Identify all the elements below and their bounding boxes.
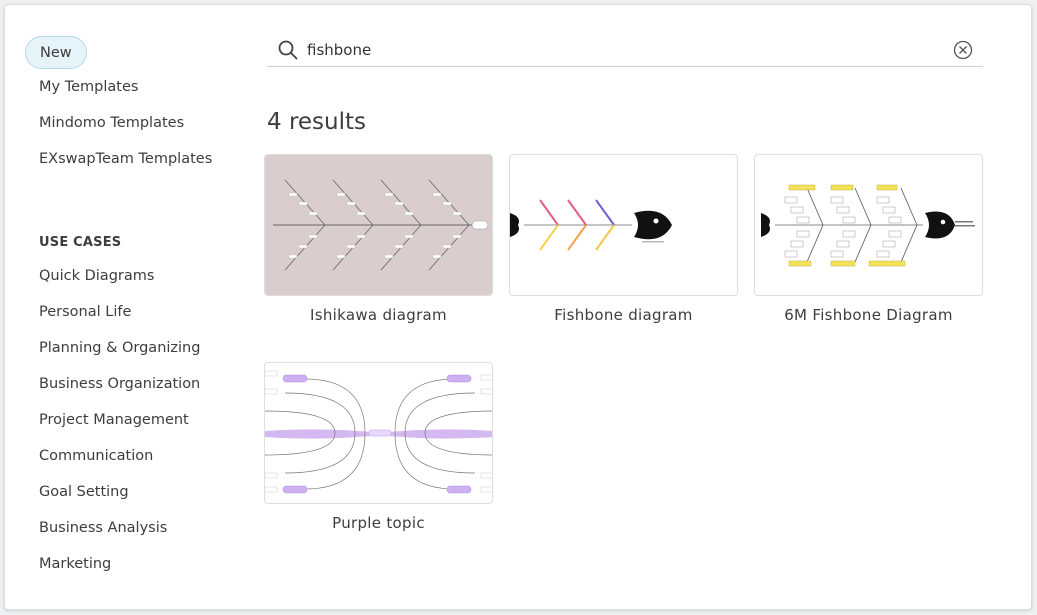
- sidebar-item-project-management[interactable]: Project Management: [39, 412, 189, 428]
- search-icon: [278, 40, 298, 60]
- sidebar-item-quick-diagrams[interactable]: Quick Diagrams: [39, 268, 154, 284]
- template-thumbnail: [754, 154, 983, 296]
- template-title: Purple topic: [332, 514, 425, 532]
- sidebar-item-label: New: [40, 44, 72, 61]
- sidebar: New My Templates Mindomo Templates EXswa…: [5, 5, 245, 609]
- template-title: Ishikawa diagram: [310, 306, 447, 324]
- sidebar-item-business-organization[interactable]: Business Organization: [39, 376, 200, 392]
- use-cases-heading: USE CASES: [39, 235, 122, 250]
- sidebar-item-communication[interactable]: Communication: [39, 448, 153, 464]
- clear-search-icon[interactable]: [953, 40, 973, 60]
- search-input[interactable]: [307, 38, 927, 62]
- sidebar-item-team-templates[interactable]: EXswapTeam Templates: [39, 151, 212, 167]
- template-card-purple-topic[interactable]: Purple topic: [264, 362, 493, 532]
- sidebar-item-business-analysis[interactable]: Business Analysis: [39, 520, 167, 536]
- template-title: Fishbone diagram: [554, 306, 693, 324]
- template-card-6m-fishbone[interactable]: 6M Fishbone Diagram: [754, 154, 983, 324]
- sidebar-item-my-templates[interactable]: My Templates: [39, 79, 138, 95]
- template-title: 6M Fishbone Diagram: [784, 306, 953, 324]
- template-card-fishbone[interactable]: Fishbone diagram: [509, 154, 738, 324]
- template-dialog: New My Templates Mindomo Templates EXswa…: [4, 4, 1032, 610]
- sidebar-item-personal-life[interactable]: Personal Life: [39, 304, 131, 320]
- template-card-ishikawa[interactable]: Ishikawa diagram: [264, 154, 493, 324]
- template-thumbnail: [509, 154, 738, 296]
- sidebar-item-marketing[interactable]: Marketing: [39, 556, 111, 572]
- results-count: 4 results: [267, 109, 366, 135]
- sidebar-item-new[interactable]: New: [25, 36, 87, 69]
- sidebar-item-planning-organizing[interactable]: Planning & Organizing: [39, 340, 200, 356]
- search-bar: [267, 35, 983, 67]
- template-thumbnail: [264, 154, 493, 296]
- sidebar-item-mindomo-templates[interactable]: Mindomo Templates: [39, 115, 184, 131]
- template-thumbnail: [264, 362, 493, 504]
- sidebar-item-goal-setting[interactable]: Goal Setting: [39, 484, 129, 500]
